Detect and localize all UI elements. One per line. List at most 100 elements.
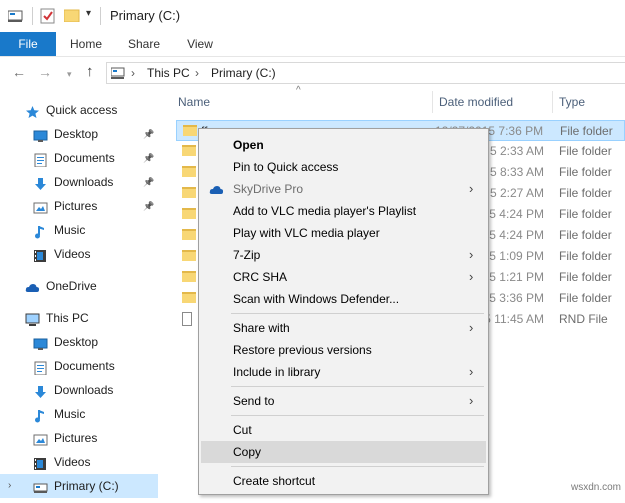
sidebar-item-onedrive[interactable]: OneDrive [0,274,158,298]
up-arrow-icon[interactable]: ↑ [86,64,94,80]
submenu-chevron-icon: › [469,247,474,262]
sidebar-item-label: This PC [46,311,89,325]
sidebar-item-desktop[interactable]: Desktop [0,330,158,354]
date-modified-cell: 5 3:36 PM [489,291,544,305]
sidebar-item-label: Desktop [54,127,99,141]
date-modified-cell: 5 4:24 PM [489,207,544,221]
sidebar-item-label: Music [54,407,86,421]
menu-item-label: Share with [233,321,290,335]
menu-item-include-in-library[interactable]: Include in library › [201,361,486,383]
type-cell: File folder [559,291,612,305]
tab-share[interactable]: Share [118,32,170,56]
type-cell: File folder [560,124,613,138]
breadcrumb-separator: › [131,66,135,80]
sidebar-item-this-pc[interactable]: This PC [0,306,158,330]
sidebar-item-music[interactable]: Music [0,402,158,426]
recent-locations-chevron-icon[interactable]: ▾ [67,66,72,82]
menu-item-label: CRC SHA [233,270,288,284]
tab-file[interactable]: File [0,32,56,56]
sidebar-item-documents[interactable]: Documents 📌 [0,146,158,170]
documents-icon [33,151,48,168]
menu-item-7-zip[interactable]: 7-Zip › [201,244,486,266]
window-title: Primary (C:) [110,8,181,23]
submenu-chevron-icon: › [469,320,474,335]
file-icon [182,312,192,326]
folder-icon [183,125,197,136]
sidebar-item-label: Desktop [54,335,99,349]
sidebar-item-label: Pictures [54,199,98,213]
context-menu: Open Pin to Quick access SkyDrive Pro › Add … [198,128,489,495]
date-modified-cell: 5 2:33 AM [489,144,544,158]
sidebar-item-documents[interactable]: Documents [0,354,158,378]
menu-item-pin-to-quick-access[interactable]: Pin to Quick access [201,156,486,178]
sidebar-item-label: Videos [54,455,91,469]
menu-item-open[interactable]: Open [201,134,486,156]
address-bar[interactable]: › This PC › Primary (C:) [106,62,625,84]
sidebar-item-downloads[interactable]: Downloads [0,378,158,402]
column-header-date-modified[interactable]: Date modified [439,95,513,109]
menu-item-scan-with-windows-defender[interactable]: Scan with Windows Defender... [201,288,486,310]
column-header-name[interactable]: Name [178,95,210,109]
skydrive-icon [209,182,224,196]
tab-view[interactable]: View [176,32,224,56]
date-modified-cell: 5 2:27 AM [489,186,544,200]
properties-icon[interactable] [40,7,56,24]
ribbon-tabs: File Home Share View [0,32,625,57]
folder-icon [182,166,196,177]
date-modified-cell: 5 8:33 AM [489,165,544,179]
sidebar-item-downloads[interactable]: Downloads 📌 [0,170,158,194]
menu-item-cut[interactable]: Cut [201,419,486,441]
menu-item-skydrive-pro[interactable]: SkyDrive Pro › [201,178,486,200]
column-divider[interactable] [432,91,433,113]
menu-item-label: Include in library [233,365,321,379]
menu-item-label: Play with VLC media player [233,226,380,240]
menu-item-create-shortcut[interactable]: Create shortcut [201,470,486,492]
sidebar-item-music[interactable]: Music [0,218,158,242]
downloads-icon [33,383,48,398]
folder-icon [182,187,196,198]
folder-icon [182,271,196,282]
pin-icon[interactable]: 📌 [143,122,154,146]
title-bar: ▾ Primary (C:) [0,0,625,32]
desktop-icon [33,127,48,142]
sidebar-item-videos[interactable]: Videos [0,242,158,266]
menu-item-add-to-vlc-media-player-s-playlist[interactable]: Add to VLC media player's Playlist [201,200,486,222]
menu-item-label: 7-Zip [233,248,261,262]
sidebar-item-desktop[interactable]: Desktop 📌 [0,122,158,146]
menu-separator [231,386,484,387]
type-cell: RND File [559,312,608,326]
sidebar-item-label: Downloads [54,383,114,397]
new-folder-icon[interactable] [64,8,80,22]
customize-toolbar-chevron-icon[interactable]: ▾ [86,8,91,19]
breadcrumb-primary-c[interactable]: Primary (C:) [211,66,276,80]
pictures-icon [33,431,48,446]
sidebar-item-quick-access[interactable]: Quick access [0,98,158,122]
navigation-pane: Quick access Desktop 📌 Documents 📌 Downloads 📌… [0,87,158,498]
menu-item-restore-previous-versions[interactable]: Restore previous versions [201,339,486,361]
back-arrow-icon[interactable]: ← [12,64,26,80]
menu-item-share-with[interactable]: Share with › [201,317,486,339]
sidebar-item-pictures[interactable]: Pictures 📌 [0,194,158,218]
column-header-type[interactable]: Type [559,95,585,109]
menu-item-play-with-vlc-media-player[interactable]: Play with VLC media player [201,222,486,244]
menu-item-copy[interactable]: Copy [201,441,486,463]
forward-arrow-icon[interactable]: → [38,64,52,80]
type-cell: File folder [559,165,612,179]
pin-icon[interactable]: 📌 [143,170,154,194]
tab-home[interactable]: Home [60,32,112,56]
sidebar-item-videos[interactable]: Videos [0,450,158,474]
pin-icon[interactable]: 📌 [143,194,154,218]
menu-item-label: Scan with Windows Defender... [233,292,400,306]
sidebar-item-primary-c[interactable]: Primary (C:) › [0,474,158,498]
menu-item-crc-sha[interactable]: CRC SHA › [201,266,486,288]
drive-icon[interactable] [8,9,24,23]
expand-chevron-icon[interactable]: › [8,474,11,498]
pin-icon[interactable]: 📌 [143,146,154,170]
sidebar-item-label: Videos [54,247,91,261]
navigation-bar: ← → ▾ ↑ › This PC › Primary (C:) [0,57,625,87]
date-modified-cell: 5 1:09 PM [489,249,544,263]
breadcrumb-this-pc[interactable]: This PC [147,66,190,80]
sidebar-item-pictures[interactable]: Pictures [0,426,158,450]
menu-item-send-to[interactable]: Send to › [201,390,486,412]
column-divider[interactable] [552,91,553,113]
